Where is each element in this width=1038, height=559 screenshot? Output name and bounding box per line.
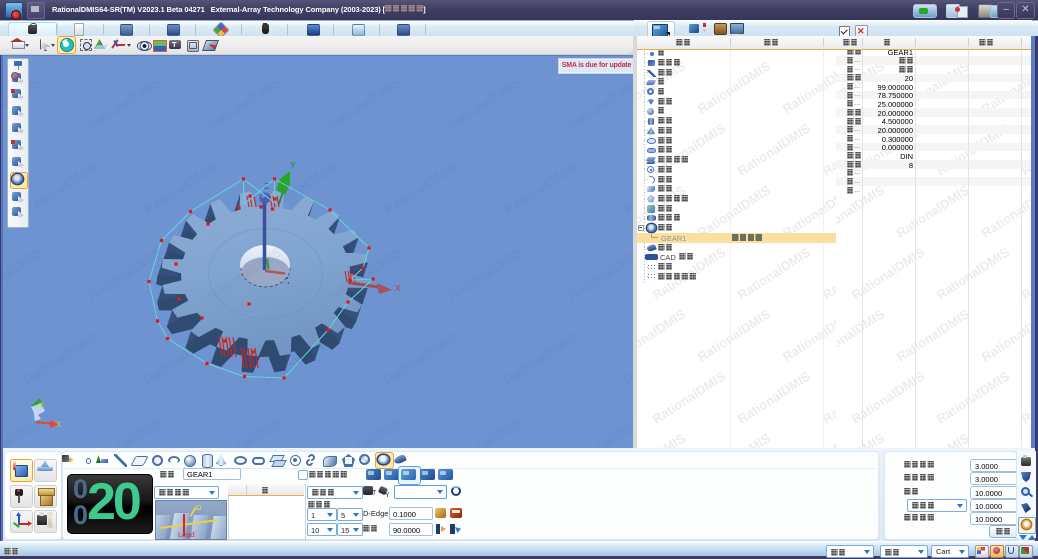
svg-text:X: X [395,283,401,293]
svg-text:Y: Y [39,401,45,410]
svg-text:X: X [56,420,62,429]
svg-text:Y: Y [290,160,296,170]
